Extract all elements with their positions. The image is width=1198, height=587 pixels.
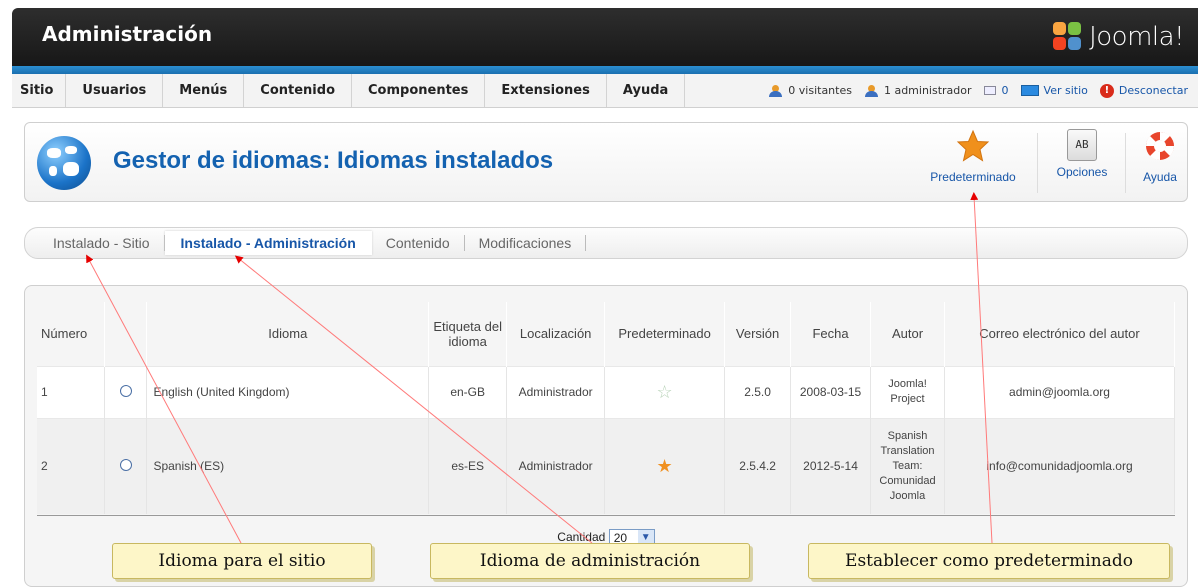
table-row: 2 Spanish (ES) es-ES Administrador ★ 2.5… (37, 417, 1175, 514)
row-date: 2008-03-15 (790, 365, 872, 418)
default-button-label: Predeterminado (930, 170, 1016, 184)
col-numero[interactable]: Número (37, 302, 106, 366)
options-icon: AB (1067, 129, 1097, 161)
row-tag: es-ES (428, 417, 508, 514)
star-outline-icon[interactable]: ☆ (657, 382, 673, 402)
main-menu-bar: Sitio Usuarios Menús Contenido Component… (12, 74, 1198, 108)
row-location: Administrador (506, 365, 606, 418)
row-tag: en-GB (428, 365, 508, 418)
callout-set-default: Establecer como predeterminado (808, 543, 1170, 579)
page-title: Gestor de idiomas: Idiomas instalados (113, 147, 554, 174)
menu-extensiones[interactable]: Extensiones (485, 74, 607, 107)
row-language: Spanish (ES) (146, 417, 430, 514)
joomla-mark-icon (1053, 22, 1083, 52)
menu-contenido[interactable]: Contenido (244, 74, 353, 107)
row-author: Joomla! Project (870, 365, 945, 418)
view-site-link[interactable]: Ver sitio (1020, 84, 1088, 97)
row-location: Administrador (506, 417, 606, 514)
help-button-label: Ayuda (1143, 170, 1177, 184)
menu-sitio[interactable]: Sitio (12, 74, 67, 107)
languages-table: Número Idioma Etiqueta del idioma Locali… (37, 302, 1175, 514)
callout-site-language: Idioma para el sitio (112, 543, 372, 579)
help-button[interactable]: Ayuda (1133, 129, 1187, 184)
default-button[interactable]: Predeterminado (923, 129, 1023, 184)
row-number: 2 (37, 417, 106, 514)
row-select (104, 417, 148, 514)
row-language: English (United Kingdom) (146, 365, 430, 418)
admins-icon (864, 84, 880, 97)
pagination-footer: Cantidad 20 ▼ (37, 515, 1175, 547)
admins-status: 1 administrador (864, 84, 972, 97)
mail-icon (983, 86, 996, 95)
view-site-label: Ver sitio (1043, 84, 1088, 97)
languages-panel: Número Idioma Etiqueta del idioma Locali… (24, 285, 1188, 587)
visitors-status: 0 visitantes (768, 84, 852, 97)
menu-usuarios[interactable]: Usuarios (66, 74, 164, 107)
tab-installed-admin[interactable]: Instalado - Administración (164, 231, 372, 255)
logout-link[interactable]: ! Desconectar (1099, 83, 1188, 98)
row-email: info@comunidadjoomla.org (944, 417, 1175, 514)
menu-componentes[interactable]: Componentes (352, 74, 486, 107)
col-predeterminado[interactable]: Predeterminado (604, 302, 726, 366)
admin-title: Administración (42, 22, 213, 46)
toolbar-box: Gestor de idiomas: Idiomas instalados Pr… (24, 122, 1188, 202)
col-fecha[interactable]: Fecha (790, 302, 872, 366)
star-icon (956, 129, 990, 162)
screen-icon (1020, 85, 1039, 96)
options-button-label: Opciones (1056, 165, 1108, 179)
col-autor[interactable]: Autor (870, 302, 945, 366)
tab-installed-site[interactable]: Instalado - Sitio (45, 235, 165, 251)
callout-admin-language: Idioma de administración (430, 543, 750, 579)
col-correo[interactable]: Correo electrónico del autor (944, 302, 1175, 366)
row-author: Spanish Translation Team: Comunidad Joom… (870, 417, 945, 514)
table-row: 1 English (United Kingdom) en-GB Adminis… (37, 365, 1175, 418)
options-button[interactable]: AB Opciones (1047, 129, 1117, 179)
visitors-icon (768, 84, 784, 97)
tab-content[interactable]: Contenido (372, 235, 465, 251)
logout-label: Desconectar (1118, 84, 1188, 97)
col-localizacion[interactable]: Localización (506, 302, 606, 366)
row-number: 1 (37, 365, 106, 418)
globe-icon (37, 136, 91, 190)
col-etiqueta[interactable]: Etiqueta del idioma (428, 302, 508, 366)
row-version: 2.5.4.2 (724, 417, 792, 514)
menu-ayuda[interactable]: Ayuda (607, 74, 686, 107)
row-default: ★ (604, 417, 726, 514)
messages-count: 0 (1001, 84, 1009, 97)
toolbar-separator (1037, 133, 1038, 193)
row-default: ☆ (604, 365, 726, 418)
admin-header: Administración Joomla! (12, 8, 1198, 66)
admins-count: 1 administrador (883, 84, 972, 97)
col-version[interactable]: Versión (724, 302, 792, 366)
star-filled-icon: ★ (656, 456, 673, 477)
row-select (104, 365, 148, 418)
row-version: 2.5.0 (724, 365, 792, 418)
col-select (104, 302, 148, 366)
row-email: admin@joomla.org (944, 365, 1175, 418)
toolbar-separator (1125, 133, 1126, 193)
language-tabs: Instalado - Sitio Instalado - Administra… (24, 227, 1188, 259)
status-area: 0 visitantes 1 administrador 0 Ver sitio… (756, 74, 1188, 107)
visitors-count: 0 visitantes (788, 84, 852, 97)
row-radio[interactable] (119, 384, 132, 397)
row-radio[interactable] (119, 458, 132, 471)
lifebuoy-icon (1145, 131, 1175, 161)
table-header-row: Número Idioma Etiqueta del idioma Locali… (37, 302, 1175, 366)
tab-overrides[interactable]: Modificaciones (465, 235, 587, 251)
menu-menus[interactable]: Menús (163, 74, 245, 107)
messages-status[interactable]: 0 (983, 84, 1009, 97)
header-accent-bar (12, 66, 1198, 74)
row-date: 2012-5-14 (790, 417, 872, 514)
joomla-logo[interactable]: Joomla! (1053, 20, 1184, 54)
joomla-wordmark: Joomla! (1089, 22, 1184, 52)
logout-icon: ! (1099, 83, 1114, 98)
col-idioma[interactable]: Idioma (146, 302, 430, 366)
